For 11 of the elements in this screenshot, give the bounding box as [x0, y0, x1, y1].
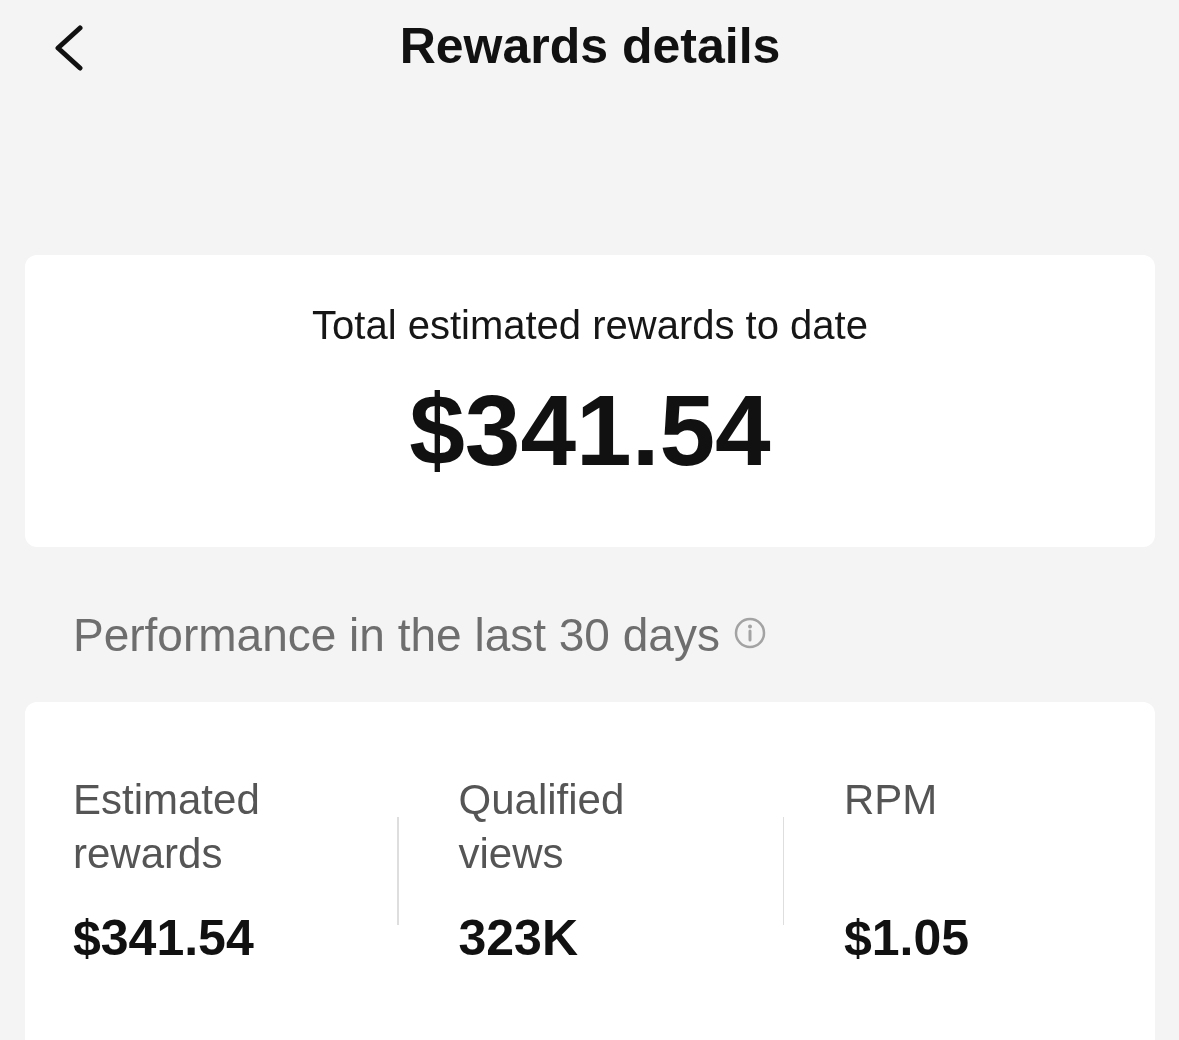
total-rewards-amount: $341.54 — [409, 375, 771, 485]
metric-value: 323K — [458, 909, 580, 968]
metric-label: RPM — [844, 775, 939, 825]
total-rewards-label: Total estimated rewards to date — [312, 302, 868, 348]
metric-value: $341.54 — [73, 909, 255, 968]
section-heading: Performance in the last 30 days — [73, 608, 720, 663]
metric-label: Qualified views — [458, 775, 626, 879]
metric-label: Estimated rewards — [73, 775, 261, 879]
chevron-left-icon — [53, 25, 83, 71]
metric-value: $1.05 — [844, 909, 971, 968]
page-title: Rewards details — [399, 17, 781, 76]
